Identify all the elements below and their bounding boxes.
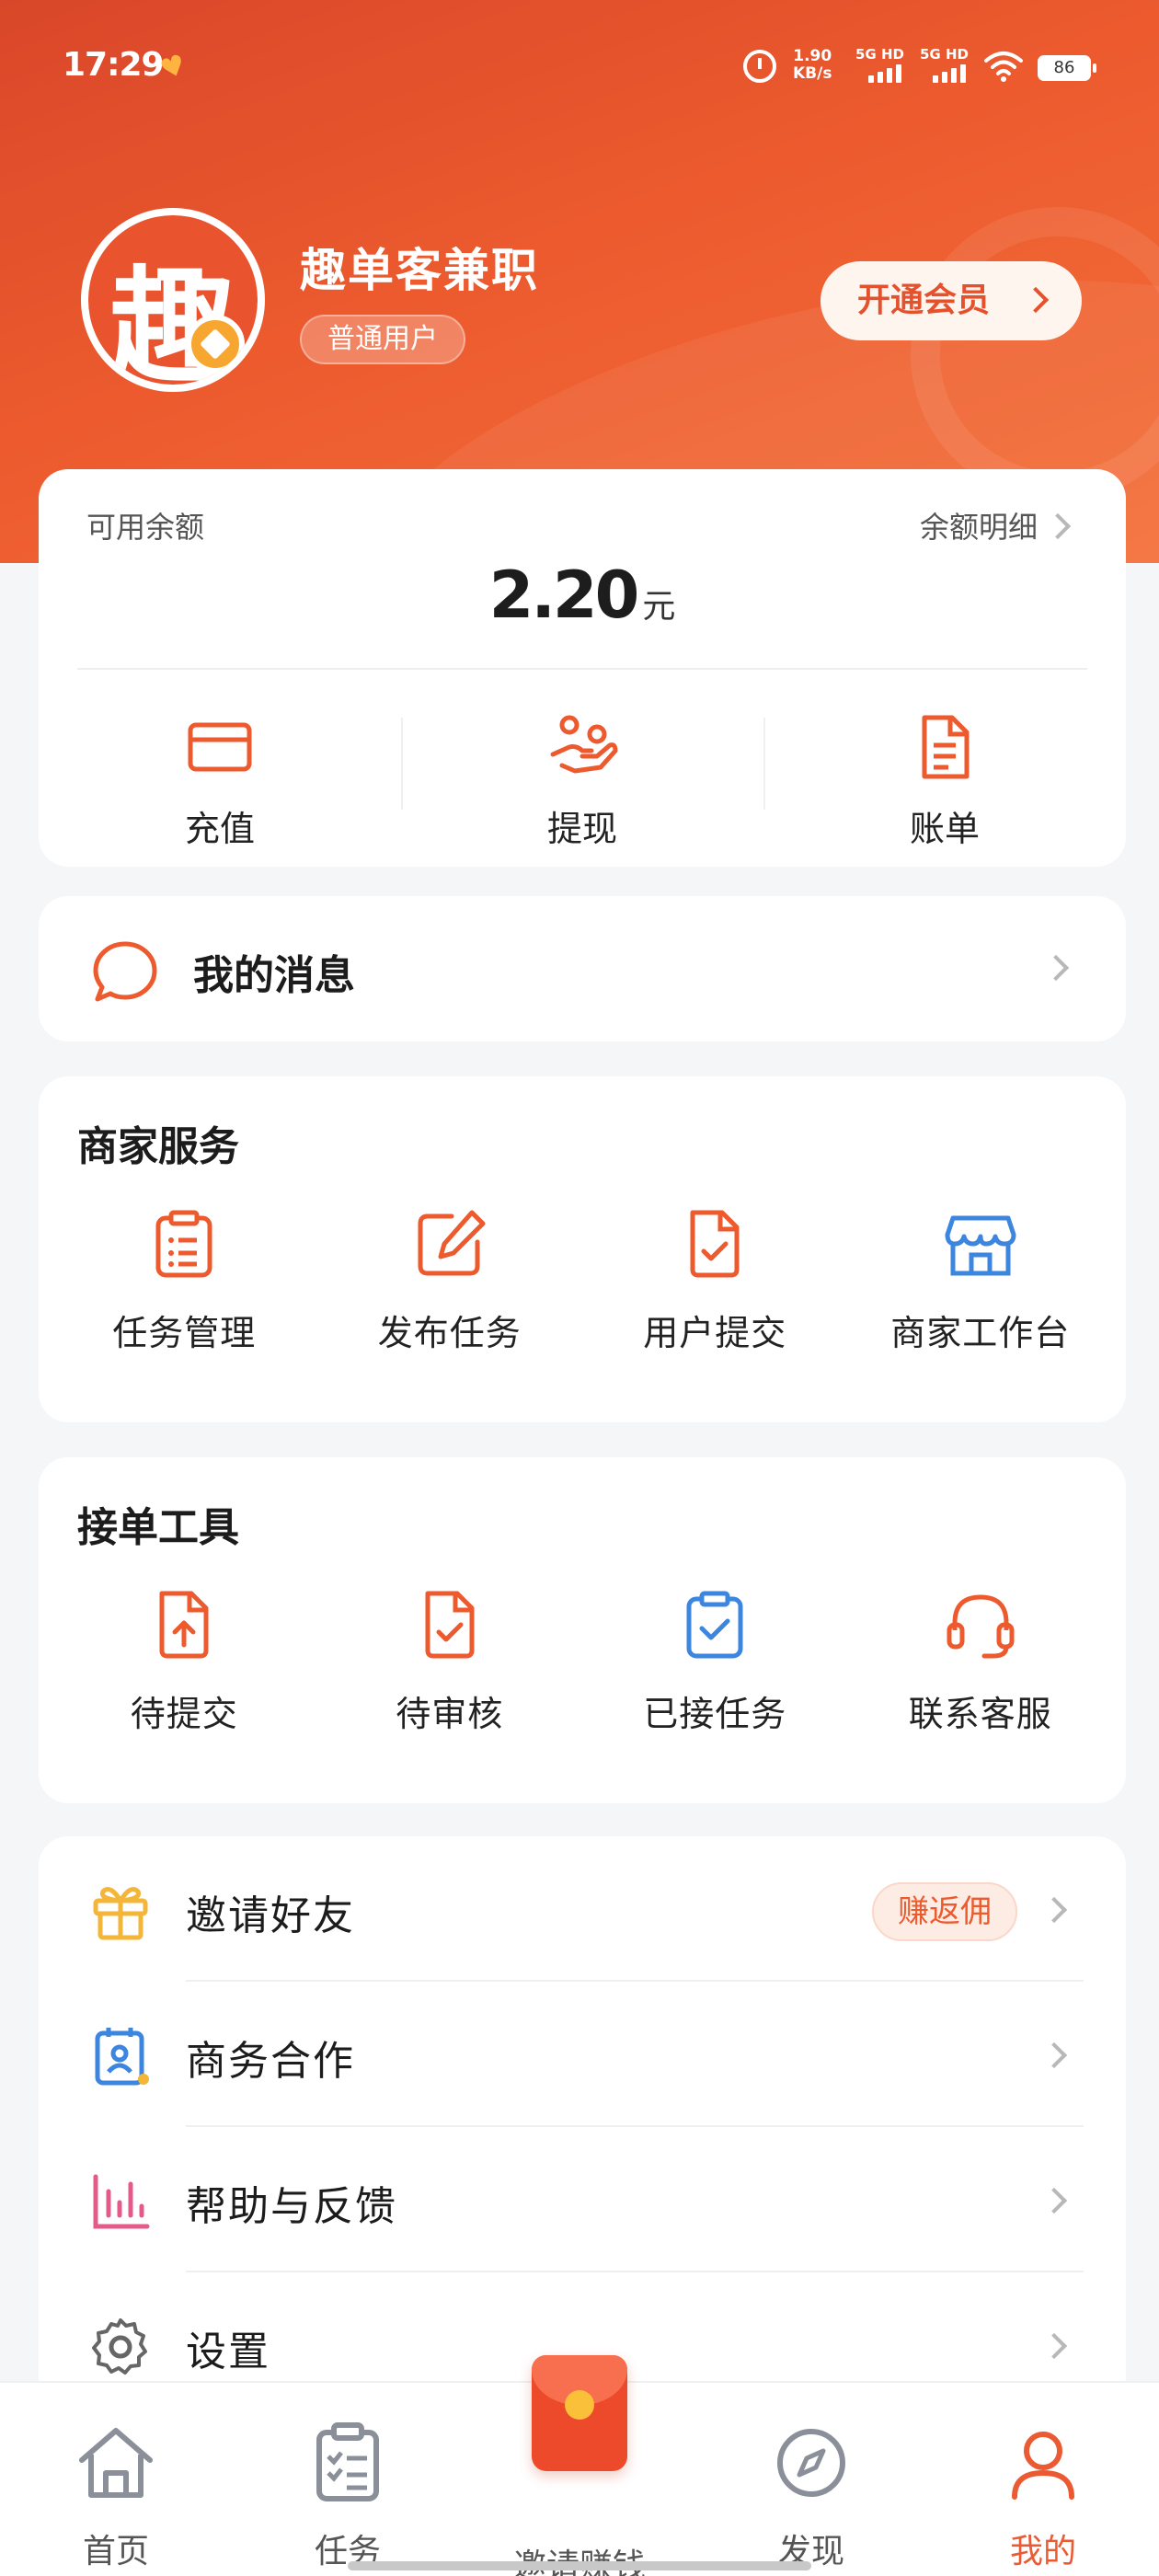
wifi-icon bbox=[984, 52, 1023, 82]
chevron-right-icon bbox=[1040, 2332, 1068, 2360]
gear-icon bbox=[92, 2318, 147, 2375]
balance-label: 可用余额 bbox=[86, 510, 205, 545]
home-indicator bbox=[348, 2561, 811, 2570]
balance-amount: 2.20 元 bbox=[39, 558, 1126, 633]
contact-support-label: 联系客服 bbox=[908, 1694, 1052, 1734]
user-submissions-label: 用户提交 bbox=[643, 1313, 787, 1353]
withdraw-button[interactable]: 提现 bbox=[401, 699, 763, 849]
bill-button[interactable]: 账单 bbox=[763, 699, 1126, 849]
tab-tasks[interactable]: 任务 bbox=[265, 2421, 430, 2572]
chevron-right-icon bbox=[1040, 2187, 1068, 2214]
recharge-label: 充值 bbox=[184, 809, 255, 849]
divider bbox=[77, 668, 1087, 670]
status-bar: 17:29 ♥ 1.90 KB/s 5G HD 5G HD 86 bbox=[0, 0, 1159, 138]
business-cooperation-label: 商务合作 bbox=[186, 2038, 355, 2085]
headset-icon bbox=[947, 1594, 1015, 1659]
accepted-tasks-button[interactable]: 已接任务 bbox=[582, 1586, 848, 1736]
balance-unit: 元 bbox=[642, 588, 676, 626]
chevron-right-icon bbox=[1022, 286, 1050, 314]
hand-coin-icon bbox=[550, 715, 618, 774]
compass-icon bbox=[777, 2429, 845, 2497]
merchant-workbench-button[interactable]: 商家工作台 bbox=[848, 1205, 1114, 1355]
pending-review-label: 待审核 bbox=[396, 1694, 504, 1734]
chevron-right-icon bbox=[1040, 1896, 1068, 1924]
avatar-logo: 趣 bbox=[88, 215, 258, 385]
merchant-services-title: 商家服务 bbox=[77, 1123, 239, 1170]
chevron-right-icon bbox=[1040, 2041, 1068, 2069]
tab-invite-label: 邀请赚钱 bbox=[497, 2539, 662, 2576]
merchant-workbench-label: 商家工作台 bbox=[890, 1313, 1071, 1353]
business-cooperation-row[interactable]: 商务合作 bbox=[39, 1982, 1126, 2127]
battery-icon: 86 bbox=[1038, 55, 1096, 81]
clipboard-list-icon bbox=[155, 1210, 212, 1278]
invite-friends-row[interactable]: 邀请好友 赚返佣 bbox=[39, 1836, 1126, 1982]
pending-submit-button[interactable]: 待提交 bbox=[52, 1586, 317, 1736]
commission-badge: 赚返佣 bbox=[872, 1882, 1017, 1941]
recharge-button[interactable]: 充值 bbox=[39, 699, 401, 849]
network-type-1: 5G HD bbox=[855, 46, 904, 63]
signal-icon bbox=[933, 64, 966, 83]
chat-bubble-icon bbox=[93, 941, 157, 1002]
tab-mine[interactable]: 我的 bbox=[960, 2421, 1126, 2572]
my-messages-row[interactable]: 我的消息 bbox=[39, 896, 1126, 1041]
clipboard-check-icon bbox=[686, 1591, 743, 1659]
publish-task-button[interactable]: 发布任务 bbox=[317, 1205, 583, 1355]
file-check-icon bbox=[690, 1210, 740, 1278]
status-time: 17:29 bbox=[63, 46, 165, 84]
task-management-button[interactable]: 任务管理 bbox=[52, 1205, 317, 1355]
accepted-tasks-label: 已接任务 bbox=[643, 1694, 787, 1734]
red-packet-icon[interactable] bbox=[532, 2355, 627, 2471]
tab-home-label: 首页 bbox=[82, 2533, 149, 2570]
user-icon bbox=[1012, 2432, 1074, 2500]
chevron-right-icon bbox=[1042, 954, 1070, 982]
my-messages-label: 我的消息 bbox=[193, 952, 355, 999]
network-speed: 1.90 KB/s bbox=[793, 47, 832, 83]
gift-icon bbox=[93, 1887, 148, 1940]
file-upload-icon bbox=[159, 1591, 209, 1659]
balance-value: 2.20 bbox=[488, 558, 640, 633]
user-level-badge: 普通用户 bbox=[300, 315, 465, 364]
user-submissions-button[interactable]: 用户提交 bbox=[582, 1205, 848, 1355]
edit-icon bbox=[418, 1210, 486, 1276]
chevron-right-icon bbox=[1044, 512, 1072, 540]
task-management-label: 任务管理 bbox=[112, 1313, 257, 1353]
merchant-services-card: 商家服务 任务管理 发布任务 用户提交 商家工作台 bbox=[39, 1076, 1126, 1422]
balance-card: 可用余额 余额明细 2.20 元 充值 提现 账单 bbox=[39, 469, 1126, 867]
pending-review-button[interactable]: 待审核 bbox=[317, 1586, 583, 1736]
contact-support-button[interactable]: 联系客服 bbox=[848, 1586, 1114, 1736]
signal-icon bbox=[868, 64, 901, 83]
document-icon bbox=[922, 715, 970, 779]
tab-discover[interactable]: 发现 bbox=[729, 2421, 894, 2572]
card-icon bbox=[188, 722, 252, 772]
tab-home[interactable]: 首页 bbox=[33, 2421, 199, 2572]
task-list-icon bbox=[316, 2422, 379, 2501]
alarm-icon bbox=[743, 50, 776, 83]
order-tools-title: 接单工具 bbox=[77, 1504, 239, 1551]
menu-list-card: 邀请好友 赚返佣 商务合作 帮助与反馈 设置 bbox=[39, 1836, 1126, 2407]
balance-detail-link[interactable]: 余额明细 bbox=[920, 504, 1038, 546]
coin-icon bbox=[186, 315, 245, 374]
publish-task-label: 发布任务 bbox=[377, 1313, 522, 1353]
order-tools-card: 接单工具 待提交 待审核 已接任务 联系客服 bbox=[39, 1457, 1126, 1803]
pending-submit-label: 待提交 bbox=[130, 1694, 238, 1734]
invite-friends-label: 邀请好友 bbox=[186, 1892, 355, 1939]
open-vip-label: 开通会员 bbox=[857, 282, 991, 319]
network-type-2: 5G HD bbox=[920, 46, 969, 63]
help-feedback-row[interactable]: 帮助与反馈 bbox=[39, 2127, 1126, 2272]
contact-card-icon bbox=[95, 2028, 149, 2086]
bill-label: 账单 bbox=[909, 809, 980, 849]
bar-chart-icon bbox=[93, 2174, 150, 2229]
file-check-icon bbox=[425, 1591, 475, 1659]
tab-mine-label: 我的 bbox=[1009, 2533, 1076, 2570]
help-feedback-label: 帮助与反馈 bbox=[186, 2183, 397, 2230]
home-icon bbox=[79, 2428, 153, 2498]
avatar[interactable]: 趣 bbox=[81, 208, 265, 392]
settings-label: 设置 bbox=[186, 2329, 270, 2375]
store-icon bbox=[945, 1215, 1016, 1276]
withdraw-label: 提现 bbox=[546, 809, 617, 849]
user-name: 趣单客兼职 bbox=[300, 244, 539, 297]
open-vip-button[interactable]: 开通会员 bbox=[820, 261, 1082, 340]
